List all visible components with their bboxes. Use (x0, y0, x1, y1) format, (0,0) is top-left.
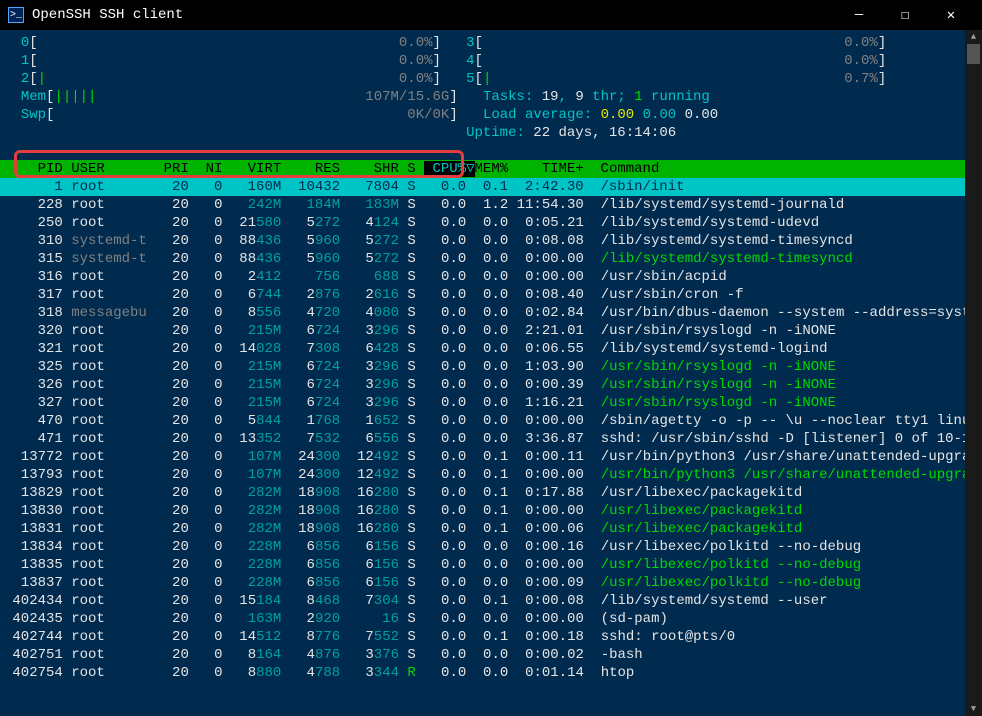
table-row[interactable]: 471 root 20 0 13352 7532 6556 S 0.0 0.0 … (0, 430, 965, 448)
table-row[interactable]: 13830 root 20 0 282M 18908 16280 S 0.0 0… (0, 502, 965, 520)
table-row[interactable]: 316 root 20 0 2412 756 688 S 0.0 0.0 0:0… (0, 268, 965, 286)
uptime: Uptime: 22 days, 16:14:06 (0, 124, 965, 142)
table-row[interactable]: 13793 root 20 0 107M 24300 12492 S 0.0 0… (0, 466, 965, 484)
table-row[interactable]: 327 root 20 0 215M 6724 3296 S 0.0 0.0 1… (0, 394, 965, 412)
table-row[interactable]: 326 root 20 0 215M 6724 3296 S 0.0 0.0 0… (0, 376, 965, 394)
terminal-area[interactable]: 0[ 0.0%] 3[ 0.0%] 1[ 0.0%] 4[ (0, 30, 965, 716)
scroll-down-icon[interactable]: ▼ (965, 702, 982, 716)
scroll-up-icon[interactable]: ▲ (965, 30, 982, 44)
close-button[interactable]: ✕ (928, 0, 974, 30)
table-row[interactable]: 402751 root 20 0 8164 4876 3376 S 0.0 0.… (0, 646, 965, 664)
table-row[interactable]: 13831 root 20 0 282M 18908 16280 S 0.0 0… (0, 520, 965, 538)
table-row[interactable]: 317 root 20 0 6744 2876 2616 S 0.0 0.0 0… (0, 286, 965, 304)
table-row[interactable]: 320 root 20 0 215M 6724 3296 S 0.0 0.0 2… (0, 322, 965, 340)
table-row[interactable]: 315 systemd-t 20 0 88436 5960 5272 S 0.0… (0, 250, 965, 268)
maximize-button[interactable]: ☐ (882, 0, 928, 30)
cpu-meter: 2[| 0.0%] 5[| 0.7%] (0, 70, 965, 88)
table-row[interactable]: 250 root 20 0 21580 5272 4124 S 0.0 0.0 … (0, 214, 965, 232)
table-row[interactable]: 402744 root 20 0 14512 8776 7552 S 0.0 0… (0, 628, 965, 646)
mem-meter: Mem[||||| 107M/15.6G] Tasks: 19, 9 thr; … (0, 88, 965, 106)
scroll-thumb[interactable] (967, 44, 980, 64)
table-row[interactable]: 13835 root 20 0 228M 6856 6156 S 0.0 0.0… (0, 556, 965, 574)
app-icon: >_ (8, 7, 24, 23)
table-row[interactable]: 1 root 20 0 160M 10432 7804 S 0.0 0.1 2:… (0, 178, 965, 196)
table-row[interactable]: 321 root 20 0 14028 7308 6428 S 0.0 0.0 … (0, 340, 965, 358)
table-row[interactable]: 13834 root 20 0 228M 6856 6156 S 0.0 0.0… (0, 538, 965, 556)
table-row[interactable]: 310 systemd-t 20 0 88436 5960 5272 S 0.0… (0, 232, 965, 250)
table-row[interactable]: 13772 root 20 0 107M 24300 12492 S 0.0 0… (0, 448, 965, 466)
titlebar-left: >_ OpenSSH SSH client (8, 7, 183, 23)
minimize-button[interactable]: — (836, 0, 882, 30)
table-row[interactable]: 318 messagebu 20 0 8556 4720 4080 S 0.0 … (0, 304, 965, 322)
table-row[interactable]: 470 root 20 0 5844 1768 1652 S 0.0 0.0 0… (0, 412, 965, 430)
swp-meter: Swp[ 0K/0K] Load average: 0.00 0.00 0.00 (0, 106, 965, 124)
table-row[interactable]: 325 root 20 0 215M 6724 3296 S 0.0 0.0 1… (0, 358, 965, 376)
table-row[interactable]: 228 root 20 0 242M 184M 183M S 0.0 1.2 1… (0, 196, 965, 214)
table-row[interactable]: 13837 root 20 0 228M 6856 6156 S 0.0 0.0… (0, 574, 965, 592)
cpu-meter: 0[ 0.0%] 3[ 0.0%] (0, 34, 965, 52)
table-row[interactable]: 402434 root 20 0 15184 8468 7304 S 0.0 0… (0, 592, 965, 610)
window-title: OpenSSH SSH client (32, 7, 183, 23)
window-titlebar: >_ OpenSSH SSH client — ☐ ✕ (0, 0, 982, 30)
titlebar-controls: — ☐ ✕ (836, 0, 974, 30)
cpu-meter: 1[ 0.0%] 4[ 0.0%] (0, 52, 965, 70)
scrollbar[interactable]: ▲ ▼ (965, 30, 982, 716)
table-row[interactable]: 402435 root 20 0 163M 2920 16 S 0.0 0.0 … (0, 610, 965, 628)
table-row[interactable]: 13829 root 20 0 282M 18908 16280 S 0.0 0… (0, 484, 965, 502)
table-header[interactable]: PID USER PRI NI VIRT RES SHR S CPU%▽MEM%… (0, 160, 965, 178)
table-row[interactable]: 402754 root 20 0 8880 4788 3344 R 0.0 0.… (0, 664, 965, 682)
